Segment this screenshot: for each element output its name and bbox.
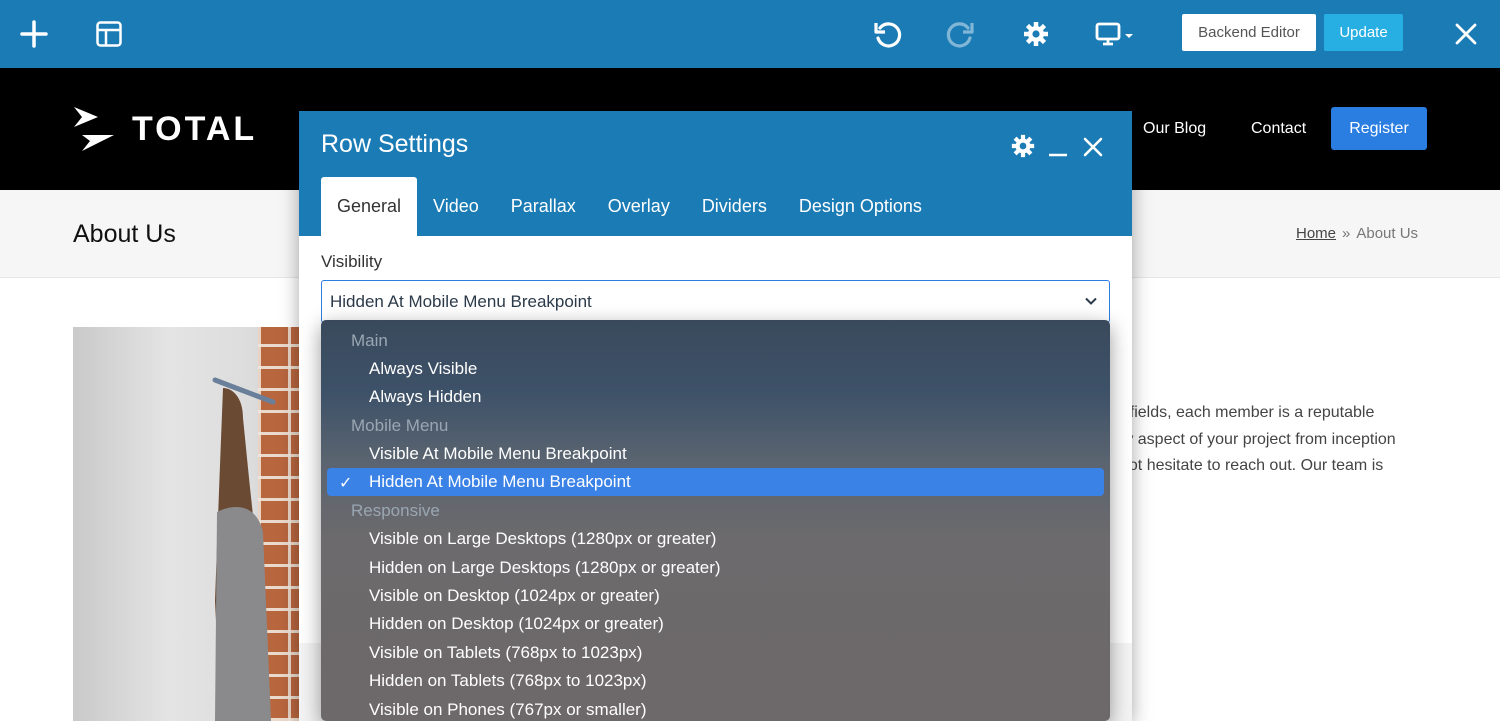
about-image — [73, 327, 313, 721]
breadcrumb-separator: » — [1342, 225, 1351, 242]
body-line: ry aspect of your project from inception — [1120, 430, 1396, 448]
body-line: not hesitate to reach out. Our team is — [1120, 457, 1384, 474]
page-title: About Us — [73, 220, 176, 248]
close-icon[interactable] — [1450, 18, 1482, 50]
option-visible-phones[interactable]: Visible on Phones (767px or smaller) — [321, 696, 1110, 721]
option-group-label: Responsive — [351, 501, 440, 520]
undo-icon[interactable] — [870, 17, 904, 51]
option-visible-desktop[interactable]: Visible on Desktop (1024px or greater) — [321, 582, 1110, 610]
chevron-down-icon — [1085, 297, 1097, 305]
option-hidden-large-desktops[interactable]: Hidden on Large Desktops (1280px or grea… — [321, 554, 1110, 582]
visibility-label: Visibility — [321, 252, 383, 271]
tab-general[interactable]: General — [321, 177, 418, 236]
breadcrumb: Home » About Us — [1296, 225, 1418, 242]
tab-video[interactable]: Video — [417, 177, 495, 236]
breadcrumb-home-link[interactable]: Home — [1296, 225, 1336, 242]
option-always-visible[interactable]: Always Visible — [321, 355, 1110, 383]
editor-toolbar: Backend Editor Update — [0, 0, 1500, 68]
logo-icon — [74, 107, 114, 151]
redo-icon — [944, 17, 978, 51]
gear-icon[interactable] — [1019, 17, 1053, 51]
option-hidden-desktop[interactable]: Hidden on Desktop (1024px or greater) — [321, 610, 1110, 638]
option-visible-large-desktops[interactable]: Visible on Large Desktops (1280px or gre… — [321, 525, 1110, 553]
modal-tabs: General Video Parallax Overlay Dividers … — [321, 177, 938, 236]
tab-design-options[interactable]: Design Options — [783, 177, 938, 236]
check-icon: ✓ — [339, 475, 353, 492]
update-button[interactable]: Update — [1324, 14, 1403, 51]
option-hidden-tablets[interactable]: Hidden on Tablets (768px to 1023px) — [321, 667, 1110, 695]
site-logo[interactable]: TOTAL — [72, 105, 257, 153]
nav-our-blog[interactable]: Our Blog — [1143, 120, 1206, 138]
tab-parallax[interactable]: Parallax — [495, 177, 592, 236]
nav-contact[interactable]: Contact — [1251, 120, 1306, 138]
visibility-select[interactable]: Hidden At Mobile Menu Breakpoint — [321, 280, 1110, 323]
option-visible-mobile-menu[interactable]: Visible At Mobile Menu Breakpoint — [321, 440, 1110, 468]
modal-header: Row Settings General Video Parallax Over… — [299, 111, 1132, 236]
minimize-icon[interactable] — [1047, 133, 1069, 164]
plus-icon[interactable] — [18, 18, 50, 50]
visibility-select-value: Hidden At Mobile Menu Breakpoint — [330, 291, 592, 311]
desktop-device-icon[interactable] — [1092, 17, 1138, 51]
option-group-label: Mobile Menu — [351, 416, 449, 435]
logo-text: TOTAL — [132, 109, 258, 148]
tab-dividers[interactable]: Dividers — [686, 177, 783, 236]
visibility-dropdown-list: Main Always Visible Always Hidden Mobile… — [321, 320, 1110, 721]
modal-gear-icon[interactable] — [1010, 133, 1036, 164]
modal-title: Row Settings — [321, 130, 469, 158]
about-body-text: r fields, each member is a reputable ry … — [1120, 400, 1440, 480]
tab-overlay[interactable]: Overlay — [592, 177, 686, 236]
option-group-label: Main — [351, 331, 388, 350]
option-always-hidden[interactable]: Always Hidden — [321, 383, 1110, 411]
person-arm — [212, 377, 276, 721]
body-line: r fields, each member is a reputable — [1120, 404, 1375, 421]
modal-close-icon[interactable] — [1083, 137, 1103, 162]
option-visible-tablets[interactable]: Visible on Tablets (768px to 1023px) — [321, 639, 1110, 667]
breadcrumb-current: About Us — [1356, 225, 1419, 242]
option-hidden-mobile-menu[interactable]: ✓ Hidden At Mobile Menu Breakpoint — [327, 468, 1104, 496]
option-label: Hidden At Mobile Menu Breakpoint — [369, 472, 631, 491]
register-button[interactable]: Register — [1331, 107, 1427, 150]
layout-icon[interactable] — [93, 18, 125, 50]
backend-editor-button[interactable]: Backend Editor — [1182, 14, 1316, 51]
